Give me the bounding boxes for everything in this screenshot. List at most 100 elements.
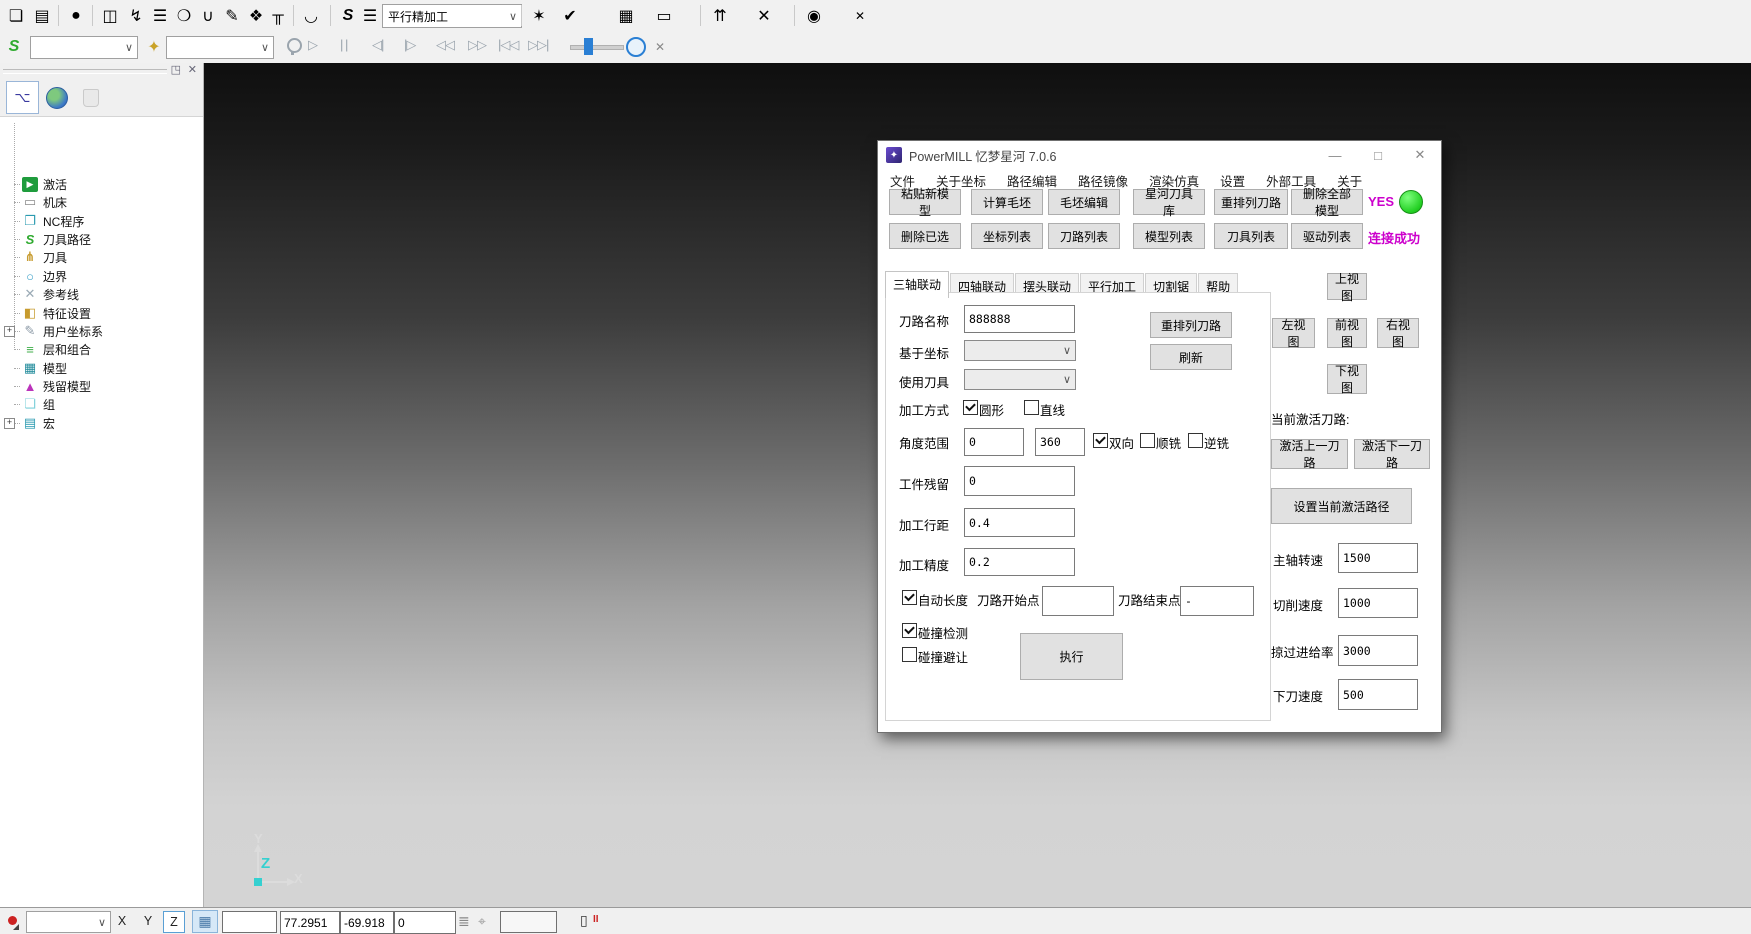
- plunge-feed-input[interactable]: 500: [1338, 679, 1418, 710]
- tool-dropdown[interactable]: ∨: [166, 36, 274, 59]
- compare-icon[interactable]: ◉: [802, 4, 826, 28]
- coord-y-input[interactable]: -69.918: [340, 911, 394, 934]
- coord-x-input[interactable]: 77.2951: [280, 911, 340, 934]
- stepover-input[interactable]: 0.4: [964, 508, 1075, 537]
- globe-view-tab[interactable]: [40, 81, 73, 114]
- activate-next-toolpath-button[interactable]: 激活下一刀路: [1354, 439, 1430, 469]
- lightbulb-icon[interactable]: [287, 38, 302, 53]
- execute-button[interactable]: 执行: [1020, 633, 1123, 680]
- transform-icon[interactable]: ✕: [752, 4, 776, 28]
- drive-list-button[interactable]: 驱动列表: [1291, 223, 1363, 249]
- status-dropdown[interactable]: ∨: [26, 911, 111, 933]
- calculator-icon[interactable]: ▦: [614, 4, 638, 28]
- tree-item-groups[interactable]: ❏组: [0, 395, 55, 413]
- tool-pair-icon[interactable]: ✦: [142, 35, 166, 59]
- expand-icon[interactable]: +: [4, 418, 15, 429]
- conventional-mill-checkbox[interactable]: [1188, 433, 1203, 448]
- tool-star-icon[interactable]: ✶: [527, 4, 551, 28]
- climb-mill-checkbox[interactable]: [1140, 433, 1155, 448]
- axis-z-button[interactable]: Z: [163, 911, 185, 933]
- use-tool-dropdown[interactable]: ∨: [964, 369, 1076, 390]
- window-doc-icon[interactable]: ▯: [580, 912, 588, 929]
- tree-item-machine[interactable]: ▭机床: [0, 193, 67, 211]
- coord-list-button[interactable]: 坐标列表: [971, 223, 1043, 249]
- nc-program-dropdown[interactable]: ∨: [30, 36, 138, 59]
- spindle-speed-input[interactable]: 1500: [1338, 543, 1418, 573]
- based-coord-dropdown[interactable]: ∨: [964, 340, 1076, 361]
- tool-list-button[interactable]: 刀具列表: [1214, 223, 1288, 249]
- ball-tool-icon[interactable]: ❍: [172, 4, 196, 28]
- bidirectional-checkbox[interactable]: [1093, 433, 1108, 448]
- probe-icon[interactable]: ⌖: [478, 913, 486, 930]
- speed-slider[interactable]: [570, 45, 624, 50]
- tree-view-tab[interactable]: ⌥: [6, 81, 39, 114]
- toolpath-icon[interactable]: ↯: [124, 4, 148, 28]
- axis-y-button[interactable]: Y: [138, 911, 158, 931]
- float-panel-icon[interactable]: ◳: [171, 63, 181, 76]
- tree-item-models[interactable]: ▦模型: [0, 359, 67, 377]
- simulate-arc-icon[interactable]: ◡: [299, 4, 323, 28]
- delete-all-models-button[interactable]: 删除全部模型: [1291, 189, 1363, 215]
- ruler-icon[interactable]: ▭: [652, 4, 676, 28]
- render-ball-icon[interactable]: ●: [64, 4, 88, 28]
- grid-size-input[interactable]: [222, 911, 277, 933]
- pause-button[interactable]: | |: [340, 37, 347, 52]
- set-active-path-button[interactable]: 设置当前激活路径: [1271, 488, 1412, 524]
- tool-check-icon[interactable]: ✔: [558, 4, 582, 28]
- rearrange-toolpath-button-2[interactable]: 重排列刀路: [1150, 312, 1232, 338]
- toolpath-list-button[interactable]: 刀路列表: [1048, 223, 1120, 249]
- line-checkbox[interactable]: [1024, 400, 1039, 415]
- right-view-button[interactable]: 右视图: [1377, 318, 1419, 348]
- refresh-button[interactable]: 刷新: [1150, 344, 1232, 370]
- tree-item-stock-models[interactable]: ▲残留模型: [0, 377, 91, 395]
- tree-item-nc-programs[interactable]: ❐NC程序: [0, 212, 84, 230]
- open-file-icon[interactable]: ❏: [4, 4, 28, 28]
- panel-drag-handle[interactable]: [3, 69, 167, 74]
- go-to-start-button[interactable]: |◁◁: [498, 37, 518, 53]
- toolbar-close-icon[interactable]: ✕: [648, 35, 672, 59]
- tree-item-workplanes[interactable]: +✎用户坐标系: [0, 322, 103, 340]
- coord-z-input[interactable]: 0: [394, 911, 456, 934]
- strategy-dropdown[interactable]: 平行精加工 ∨: [382, 4, 522, 28]
- pattern-icon[interactable]: ❖: [244, 4, 268, 28]
- tool-library-button[interactable]: 星河刀具库: [1133, 189, 1205, 215]
- grid-toggle-button[interactable]: ▦: [192, 910, 218, 933]
- fast-forward-button[interactable]: ▷▷: [468, 37, 486, 53]
- bottom-view-button[interactable]: 下视图: [1327, 364, 1367, 394]
- tree-item-tools[interactable]: ⋔刀具: [0, 248, 67, 266]
- close-button[interactable]: ✕: [1403, 141, 1437, 169]
- toolpath-name-input[interactable]: 888888: [964, 305, 1075, 333]
- measure-input[interactable]: [500, 911, 557, 933]
- expand-icon[interactable]: +: [4, 326, 15, 337]
- tree-item-toolpaths[interactable]: S刀具路径: [0, 230, 91, 248]
- angle-from-input[interactable]: 0: [964, 428, 1024, 456]
- collision-check-checkbox[interactable]: [902, 623, 917, 638]
- activate-prev-toolpath-button[interactable]: 激活上一刀路: [1271, 439, 1348, 469]
- path-start-input[interactable]: [1042, 586, 1114, 616]
- tree-item-macros[interactable]: +▤宏: [0, 414, 55, 432]
- tree-item-feature-sets[interactable]: ◧特征设置: [0, 304, 91, 322]
- step-forward-button[interactable]: |▷: [404, 37, 415, 53]
- tree-item-levels-sets[interactable]: ≡层和组合: [0, 340, 91, 358]
- delete-selected-button[interactable]: 删除已选: [889, 223, 961, 249]
- left-view-button[interactable]: 左视图: [1272, 318, 1315, 348]
- paste-new-model-button[interactable]: 粘贴新模型: [889, 189, 961, 215]
- tree-item-patterns[interactable]: ✕参考线: [0, 285, 79, 303]
- maximize-button[interactable]: □: [1361, 141, 1395, 169]
- front-view-button[interactable]: 前视图: [1327, 318, 1367, 348]
- rewind-button[interactable]: ◁◁: [436, 37, 454, 53]
- xyz-list-icon[interactable]: ≣: [458, 913, 470, 930]
- axis-x-button[interactable]: X: [112, 911, 132, 931]
- auto-length-checkbox[interactable]: [902, 590, 917, 605]
- minimize-button[interactable]: —: [1318, 141, 1352, 169]
- zlevel-icon[interactable]: ☰: [148, 4, 172, 28]
- collision-avoid-checkbox[interactable]: [902, 647, 917, 662]
- cutting-feed-input[interactable]: 1000: [1338, 588, 1418, 618]
- path-end-input[interactable]: -: [1180, 586, 1254, 616]
- stock-remain-input[interactable]: 0: [964, 466, 1075, 496]
- rearrange-toolpath-button[interactable]: 重排列刀路: [1214, 189, 1288, 215]
- tab-three-axis[interactable]: 三轴联动: [885, 271, 949, 298]
- angle-to-input[interactable]: 360: [1035, 428, 1085, 456]
- skim-feed-input[interactable]: 3000: [1338, 635, 1418, 666]
- save-icon[interactable]: ▤: [30, 4, 54, 28]
